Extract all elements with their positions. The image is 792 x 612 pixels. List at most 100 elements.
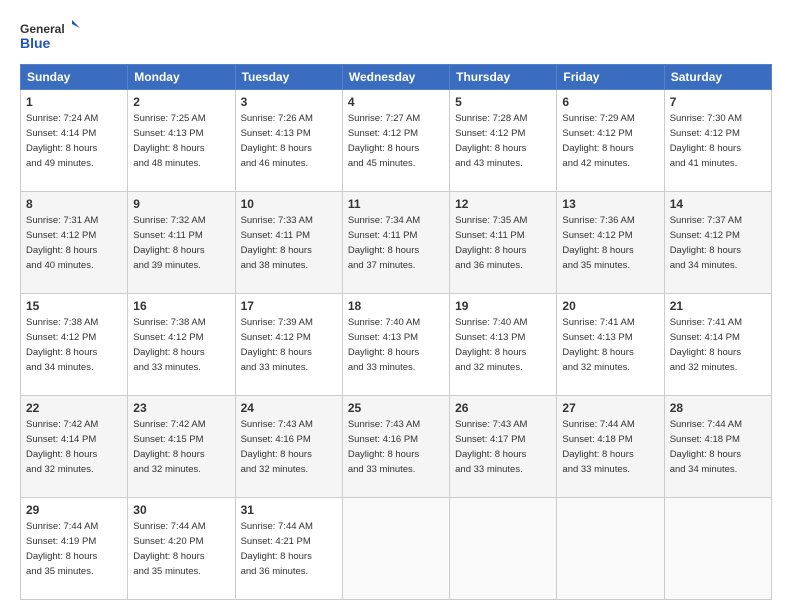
day-cell-17: 17 Sunrise: 7:39 AMSunset: 4:12 PMDayligh…: [235, 294, 342, 396]
day-number: 29: [26, 502, 122, 518]
day-number: 3: [241, 94, 337, 110]
day-cell-20: 20 Sunrise: 7:41 AMSunset: 4:13 PMDayligh…: [557, 294, 664, 396]
day-cell-18: 18 Sunrise: 7:40 AMSunset: 4:13 PMDayligh…: [342, 294, 449, 396]
day-info: Sunrise: 7:26 AMSunset: 4:13 PMDaylight:…: [241, 113, 313, 168]
day-cell-5: 5 Sunrise: 7:28 AMSunset: 4:12 PMDaylight…: [450, 90, 557, 192]
day-cell-4: 4 Sunrise: 7:27 AMSunset: 4:12 PMDaylight…: [342, 90, 449, 192]
day-info: Sunrise: 7:33 AMSunset: 4:11 PMDaylight:…: [241, 215, 313, 270]
day-info: Sunrise: 7:44 AMSunset: 4:19 PMDaylight:…: [26, 521, 98, 576]
day-number: 23: [133, 400, 229, 416]
day-info: Sunrise: 7:31 AMSunset: 4:12 PMDaylight:…: [26, 215, 98, 270]
weekday-monday: Monday: [128, 65, 235, 90]
logo-svg: General Blue: [20, 18, 80, 54]
day-cell-8: 8Sunrise: 7:31 AMSunset: 4:12 PMDaylight…: [21, 192, 128, 294]
day-cell-10: 10 Sunrise: 7:33 AMSunset: 4:11 PMDayligh…: [235, 192, 342, 294]
day-number: 4: [348, 94, 444, 110]
day-info: Sunrise: 7:25 AMSunset: 4:13 PMDaylight:…: [133, 113, 205, 168]
day-cell-7: 7Sunrise: 7:30 AMSunset: 4:12 PMDaylight…: [664, 90, 771, 192]
day-number: 27: [562, 400, 658, 416]
day-info: Sunrise: 7:30 AMSunset: 4:12 PMDaylight:…: [670, 113, 742, 168]
day-info: Sunrise: 7:32 AMSunset: 4:11 PMDaylight:…: [133, 215, 205, 270]
day-cell-13: 13Sunrise: 7:36 AMSunset: 4:12 PMDayligh…: [557, 192, 664, 294]
day-number: 30: [133, 502, 229, 518]
day-number: 18: [348, 298, 444, 314]
day-info: Sunrise: 7:28 AMSunset: 4:12 PMDaylight:…: [455, 113, 527, 168]
day-number: 6: [562, 94, 658, 110]
day-info: Sunrise: 7:35 AMSunset: 4:11 PMDaylight:…: [455, 215, 527, 270]
day-number: 10: [241, 196, 337, 212]
day-cell-6: 6Sunrise: 7:29 AMSunset: 4:12 PMDaylight…: [557, 90, 664, 192]
day-number: 13: [562, 196, 658, 212]
day-cell-21: 21Sunrise: 7:41 AMSunset: 4:14 PMDayligh…: [664, 294, 771, 396]
day-cell-15: 15Sunrise: 7:38 AMSunset: 4:12 PMDayligh…: [21, 294, 128, 396]
empty-cell: [450, 498, 557, 600]
empty-cell: [557, 498, 664, 600]
day-cell-28: 28 Sunrise: 7:44 AMSunset: 4:18 PMDayligh…: [664, 396, 771, 498]
day-number: 16: [133, 298, 229, 314]
day-cell-30: 30 Sunrise: 7:44 AMSunset: 4:20 PMDayligh…: [128, 498, 235, 600]
day-number: 17: [241, 298, 337, 314]
empty-cell: [342, 498, 449, 600]
day-cell-31: 31 Sunrise: 7:44 AMSunset: 4:21 PMDayligh…: [235, 498, 342, 600]
day-info: Sunrise: 7:44 AMSunset: 4:18 PMDaylight:…: [562, 419, 634, 474]
day-info: Sunrise: 7:44 AMSunset: 4:20 PMDaylight:…: [133, 521, 205, 576]
day-number: 14: [670, 196, 766, 212]
logo: General Blue: [20, 18, 80, 54]
day-cell-12: 12 Sunrise: 7:35 AMSunset: 4:11 PMDayligh…: [450, 192, 557, 294]
weekday-header-row: SundayMondayTuesdayWednesdayThursdayFrid…: [21, 65, 772, 90]
day-info: Sunrise: 7:37 AMSunset: 4:12 PMDaylight:…: [670, 215, 742, 270]
week-row-3: 15Sunrise: 7:38 AMSunset: 4:12 PMDayligh…: [21, 294, 772, 396]
day-number: 24: [241, 400, 337, 416]
day-info: Sunrise: 7:41 AMSunset: 4:13 PMDaylight:…: [562, 317, 634, 372]
day-info: Sunrise: 7:44 AMSunset: 4:18 PMDaylight:…: [670, 419, 742, 474]
svg-text:Blue: Blue: [20, 35, 51, 51]
day-cell-24: 24 Sunrise: 7:43 AMSunset: 4:16 PMDayligh…: [235, 396, 342, 498]
weekday-sunday: Sunday: [21, 65, 128, 90]
day-number: 5: [455, 94, 551, 110]
day-cell-27: 27 Sunrise: 7:44 AMSunset: 4:18 PMDayligh…: [557, 396, 664, 498]
day-info: Sunrise: 7:43 AMSunset: 4:16 PMDaylight:…: [348, 419, 420, 474]
day-cell-14: 14 Sunrise: 7:37 AMSunset: 4:12 PMDayligh…: [664, 192, 771, 294]
day-number: 11: [348, 196, 444, 212]
day-info: Sunrise: 7:43 AMSunset: 4:17 PMDaylight:…: [455, 419, 527, 474]
day-number: 12: [455, 196, 551, 212]
day-cell-26: 26 Sunrise: 7:43 AMSunset: 4:17 PMDayligh…: [450, 396, 557, 498]
day-cell-16: 16Sunrise: 7:38 AMSunset: 4:12 PMDayligh…: [128, 294, 235, 396]
day-cell-22: 22Sunrise: 7:42 AMSunset: 4:14 PMDayligh…: [21, 396, 128, 498]
day-cell-2: 2 Sunrise: 7:25 AMSunset: 4:13 PMDaylight…: [128, 90, 235, 192]
day-cell-25: 25Sunrise: 7:43 AMSunset: 4:16 PMDayligh…: [342, 396, 449, 498]
day-number: 9: [133, 196, 229, 212]
day-cell-9: 9 Sunrise: 7:32 AMSunset: 4:11 PMDaylight…: [128, 192, 235, 294]
day-cell-29: 29 Sunrise: 7:44 AMSunset: 4:19 PMDayligh…: [21, 498, 128, 600]
page: General Blue SundayMondayTuesdayWednesda…: [0, 0, 792, 612]
header: General Blue: [20, 18, 772, 54]
svg-text:General: General: [20, 22, 65, 36]
day-info: Sunrise: 7:43 AMSunset: 4:16 PMDaylight:…: [241, 419, 313, 474]
day-number: 20: [562, 298, 658, 314]
day-info: Sunrise: 7:40 AMSunset: 4:13 PMDaylight:…: [455, 317, 527, 372]
day-number: 21: [670, 298, 766, 314]
day-info: Sunrise: 7:38 AMSunset: 4:12 PMDaylight:…: [26, 317, 98, 372]
week-row-5: 29 Sunrise: 7:44 AMSunset: 4:19 PMDayligh…: [21, 498, 772, 600]
day-info: Sunrise: 7:27 AMSunset: 4:12 PMDaylight:…: [348, 113, 420, 168]
day-cell-3: 3 Sunrise: 7:26 AMSunset: 4:13 PMDaylight…: [235, 90, 342, 192]
day-cell-19: 19 Sunrise: 7:40 AMSunset: 4:13 PMDayligh…: [450, 294, 557, 396]
empty-cell: [664, 498, 771, 600]
day-cell-23: 23Sunrise: 7:42 AMSunset: 4:15 PMDayligh…: [128, 396, 235, 498]
weekday-tuesday: Tuesday: [235, 65, 342, 90]
day-info: Sunrise: 7:24 AMSunset: 4:14 PMDaylight:…: [26, 113, 98, 168]
day-info: Sunrise: 7:44 AMSunset: 4:21 PMDaylight:…: [241, 521, 313, 576]
weekday-friday: Friday: [557, 65, 664, 90]
day-cell-11: 11Sunrise: 7:34 AMSunset: 4:11 PMDayligh…: [342, 192, 449, 294]
calendar-table: SundayMondayTuesdayWednesdayThursdayFrid…: [20, 64, 772, 600]
day-number: 19: [455, 298, 551, 314]
day-number: 31: [241, 502, 337, 518]
day-number: 28: [670, 400, 766, 416]
week-row-1: 1Sunrise: 7:24 AMSunset: 4:14 PMDaylight…: [21, 90, 772, 192]
week-row-2: 8Sunrise: 7:31 AMSunset: 4:12 PMDaylight…: [21, 192, 772, 294]
day-info: Sunrise: 7:40 AMSunset: 4:13 PMDaylight:…: [348, 317, 420, 372]
day-number: 26: [455, 400, 551, 416]
day-number: 2: [133, 94, 229, 110]
day-info: Sunrise: 7:39 AMSunset: 4:12 PMDaylight:…: [241, 317, 313, 372]
week-row-4: 22Sunrise: 7:42 AMSunset: 4:14 PMDayligh…: [21, 396, 772, 498]
